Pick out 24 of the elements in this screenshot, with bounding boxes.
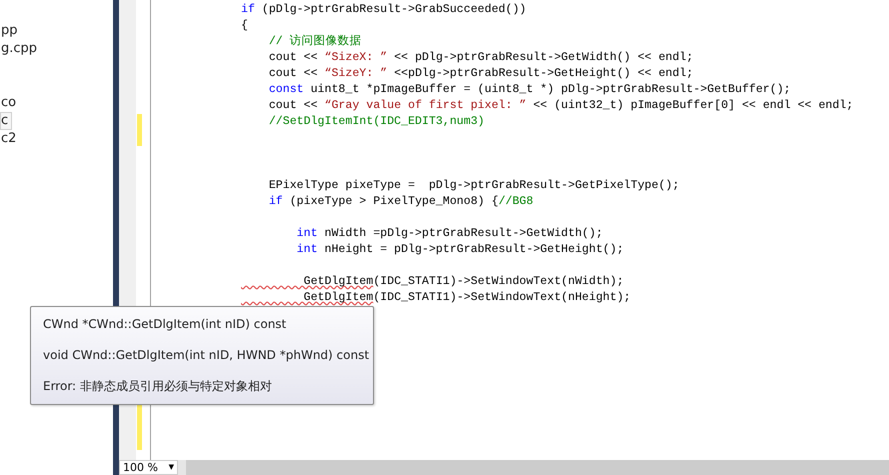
- code-line: if (pixeType > PixelType_Mono8) {//BG8: [268, 194, 534, 210]
- file-item[interactable]: c2: [0, 130, 18, 148]
- tooltip-text: void CWnd::GetDlgItem(int nID, HWND *phWnd) const: [43, 347, 370, 364]
- code-line: //SetDlgItemInt(IDC_EDIT3,num3): [268, 114, 485, 130]
- code-line: // 访问图像数据: [268, 34, 362, 50]
- code-line: if (pDlg->ptrGrabResult->GrabSucceeded()): [241, 2, 526, 18]
- file-item[interactable]: co: [0, 94, 18, 112]
- code-line: cout << “SizeY: ” <<pDlg->ptrGrabResult->GetHeight() << endl;: [268, 66, 694, 82]
- code-line: int nHeight = pDlg->ptrGrabResult->GetHeight();: [296, 242, 624, 258]
- code-line: const uint8_t *pImageBuffer = (uint8_t *) pDlg->ptrGrabResult->GetBuffer();: [268, 82, 791, 98]
- scroll-corner: [178, 460, 186, 475]
- file-item[interactable]: c: [0, 112, 12, 130]
- file-item[interactable]: g.cpp: [0, 40, 38, 58]
- code-line: GetDlgItem(IDC_STATI1)->SetWindowText(nWidth);: [302, 274, 624, 290]
- tooltip-text: Error: 非静态成员引用必须与特定对象相对: [43, 378, 272, 395]
- code-line: GetDlgItem(IDC_STATI1)->SetWindowText(nHeight);: [302, 290, 631, 306]
- code-line: {: [241, 18, 248, 34]
- tooltip-text: CWnd *CWnd::GetDlgItem(int nID) const: [43, 316, 286, 333]
- code-line: EPixelType pixeType = pDlg->ptrGrabResult->GetPixelType();: [268, 178, 680, 194]
- code-line: cout << “Gray value of first pixel: ” << (uint32_t) pImageBuffer[0] << endl << endl;: [268, 98, 854, 114]
- file-item[interactable]: pp: [0, 22, 19, 40]
- code-line: cout << “SizeX: ” << pDlg->ptrGrabResult->GetWidth() << endl;: [268, 50, 694, 66]
- horizontal-scrollbar[interactable]: [186, 460, 889, 475]
- code-line: int nWidth =pDlg->ptrGrabResult->GetWidth();: [296, 226, 603, 242]
